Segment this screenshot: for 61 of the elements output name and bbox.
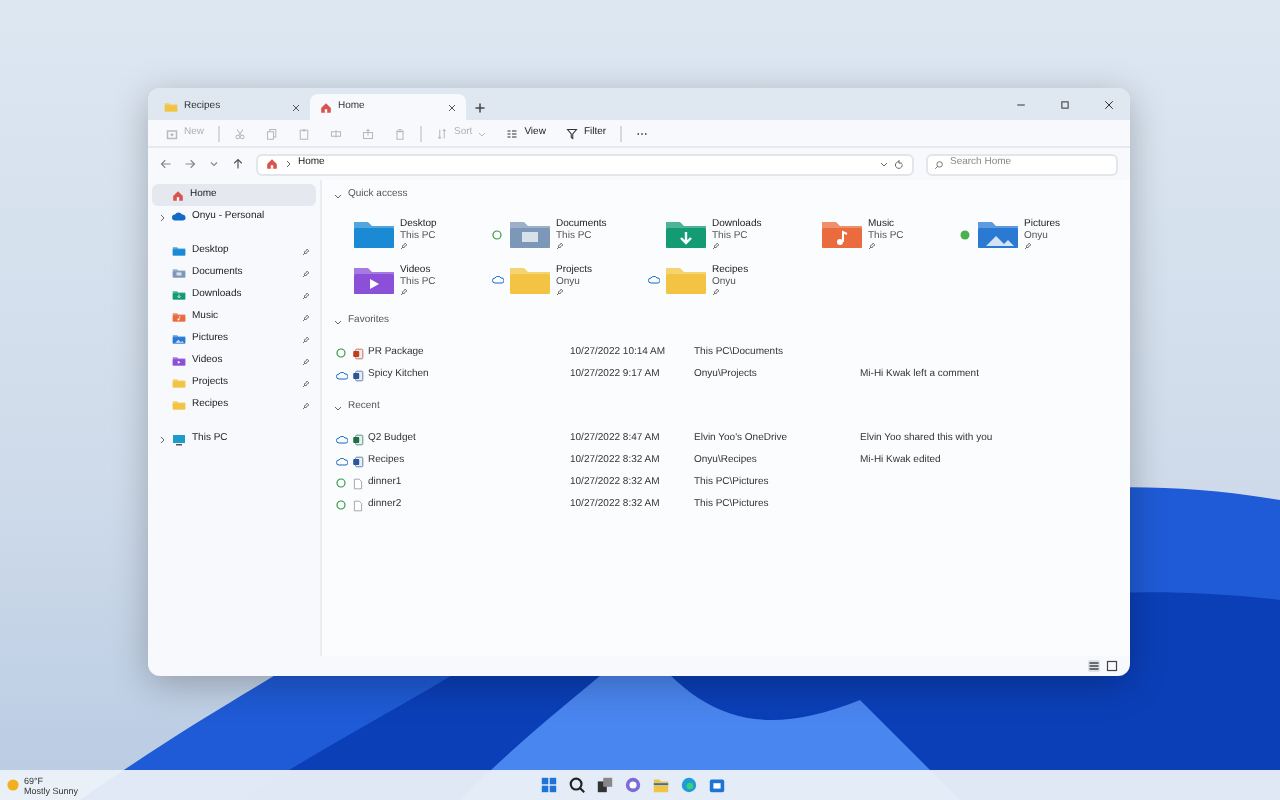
close-icon[interactable] bbox=[448, 103, 456, 111]
document-file-icon bbox=[352, 455, 364, 467]
document-file-icon bbox=[352, 369, 364, 381]
minimize-icon bbox=[1015, 99, 1025, 109]
folder-icon bbox=[172, 400, 186, 410]
store-button[interactable] bbox=[708, 776, 726, 794]
videos-folder-icon bbox=[352, 264, 396, 296]
folder-icon bbox=[164, 102, 178, 112]
recent-button[interactable] bbox=[208, 158, 220, 170]
browser-button[interactable] bbox=[680, 776, 698, 794]
maximize-icon bbox=[1059, 99, 1069, 109]
desktop-folder-icon bbox=[172, 246, 186, 256]
folder-icon bbox=[664, 264, 708, 296]
close-icon bbox=[1103, 99, 1113, 109]
home-icon bbox=[172, 189, 184, 201]
pictures-folder-icon bbox=[976, 218, 1020, 250]
folder-icon bbox=[508, 264, 552, 296]
search-button[interactable] bbox=[568, 776, 586, 794]
synced-status-icon bbox=[492, 229, 502, 239]
back-button[interactable] bbox=[160, 158, 172, 170]
cloud-status-icon bbox=[335, 435, 347, 443]
file-explorer-button[interactable] bbox=[652, 776, 670, 794]
plus-icon bbox=[474, 101, 486, 113]
folder-icon bbox=[172, 378, 186, 388]
documents-folder-icon bbox=[508, 218, 552, 250]
videos-folder-icon bbox=[172, 356, 186, 366]
music-folder-icon bbox=[172, 312, 186, 322]
sort-icon bbox=[436, 127, 449, 139]
details-view-button[interactable] bbox=[1088, 660, 1100, 672]
cloud-status-icon bbox=[647, 276, 659, 284]
monitor-icon bbox=[172, 433, 186, 445]
synced-status-icon bbox=[336, 500, 346, 510]
view-icon bbox=[506, 127, 519, 139]
sun-icon bbox=[6, 778, 20, 792]
home-icon bbox=[320, 101, 332, 113]
synced-status-icon bbox=[336, 348, 346, 358]
chat-button[interactable] bbox=[624, 776, 642, 794]
forward-button[interactable] bbox=[184, 158, 196, 170]
presentation-file-icon bbox=[352, 347, 364, 359]
downloads-folder-icon bbox=[664, 218, 708, 250]
cloud-status-icon bbox=[491, 276, 503, 284]
spreadsheet-file-icon bbox=[352, 433, 364, 445]
close-icon[interactable] bbox=[292, 103, 300, 111]
cloud-status-icon bbox=[335, 457, 347, 465]
tiles-view-button[interactable] bbox=[1106, 660, 1118, 672]
music-folder-icon bbox=[820, 218, 864, 250]
new-icon bbox=[166, 127, 178, 139]
filter-icon bbox=[565, 127, 578, 139]
documents-folder-icon bbox=[172, 268, 186, 278]
desktop-folder-icon bbox=[352, 218, 396, 250]
synced-status-icon bbox=[336, 478, 346, 488]
cloud-icon bbox=[172, 212, 186, 222]
cloud-status-icon bbox=[335, 371, 347, 379]
task-view-button[interactable] bbox=[596, 776, 614, 794]
home-icon bbox=[266, 158, 278, 170]
refresh-icon[interactable] bbox=[894, 159, 904, 169]
available-status-icon bbox=[960, 229, 970, 239]
start-button[interactable] bbox=[540, 776, 558, 794]
pictures-folder-icon bbox=[172, 334, 186, 344]
downloads-folder-icon bbox=[172, 290, 186, 300]
up-button[interactable] bbox=[232, 158, 244, 170]
